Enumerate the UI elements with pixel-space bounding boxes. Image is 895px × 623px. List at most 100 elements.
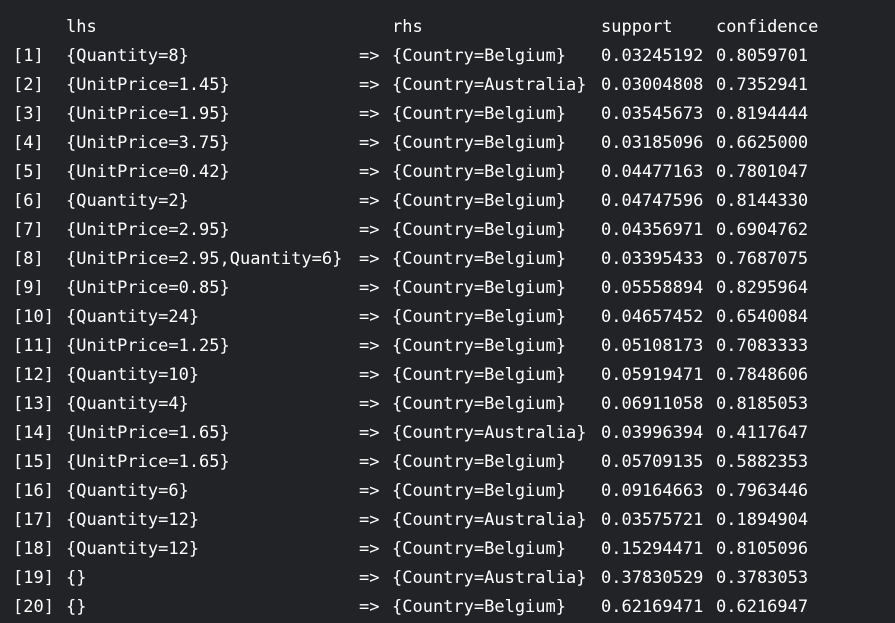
row-rhs: {Country=Belgium} <box>392 278 566 298</box>
row-support: 0.06911058 <box>601 394 704 414</box>
row-rhs: {Country=Belgium} <box>392 452 566 472</box>
row-rhs: {Country=Belgium} <box>392 365 566 385</box>
row-index: [3] <box>13 104 44 124</box>
row-support: 0.05919471 <box>601 365 704 385</box>
row-index: [10] <box>13 307 54 327</box>
row-arrow: => <box>359 597 380 617</box>
header-lhs: lhs <box>66 17 97 37</box>
row-lhs: {UnitPrice=1.25} <box>66 336 230 356</box>
row-arrow: => <box>359 278 380 298</box>
row-confidence: 0.6625000 <box>716 133 809 153</box>
row-index: [5] <box>13 162 44 182</box>
row-rhs: {Country=Belgium} <box>392 104 566 124</box>
row-index: [1] <box>13 46 44 66</box>
row-support: 0.03996394 <box>601 423 704 443</box>
row-support: 0.37830529 <box>601 568 704 588</box>
console-output: lhs rhs support confidence [1] {Quantity=… <box>0 0 895 623</box>
row-arrow: => <box>359 104 380 124</box>
row-arrow: => <box>359 336 380 356</box>
row-lhs: {Quantity=8} <box>66 46 189 66</box>
row-arrow: => <box>359 75 380 95</box>
row-lhs: {Quantity=2} <box>66 191 189 211</box>
row-confidence: 0.1894904 <box>716 510 809 530</box>
row-confidence: 0.8185053 <box>716 394 809 414</box>
row-support: 0.03575721 <box>601 510 704 530</box>
row-support: 0.03004808 <box>601 75 704 95</box>
row-support: 0.03395433 <box>601 249 704 269</box>
row-lhs: {UnitPrice=1.95} <box>66 104 230 124</box>
table-header: lhs rhs support confidence <box>0 13 818 42</box>
row-lhs: {UnitPrice=0.42} <box>66 162 230 182</box>
row-lhs: {} <box>66 597 87 617</box>
row-support: 0.09164663 <box>601 481 704 501</box>
row-rhs: {Country=Belgium} <box>392 539 566 559</box>
row-arrow: => <box>359 307 380 327</box>
row-support: 0.04747596 <box>601 191 704 211</box>
row-arrow: => <box>359 539 380 559</box>
row-rhs: {Country=Belgium} <box>392 394 566 414</box>
row-confidence: 0.8105096 <box>716 539 809 559</box>
row-support: 0.15294471 <box>601 539 704 559</box>
row-rhs: {Country=Australia} <box>392 423 587 443</box>
row-rhs: {Country=Belgium} <box>392 336 566 356</box>
row-rhs: {Country=Belgium} <box>392 220 566 240</box>
row-rhs: {Country=Belgium} <box>392 133 566 153</box>
row-rhs: {Country=Belgium} <box>392 307 566 327</box>
row-index: [16] <box>13 481 54 501</box>
row-support: 0.04356971 <box>601 220 704 240</box>
row-rhs: {Country=Australia} <box>392 510 587 530</box>
row-index: [17] <box>13 510 54 530</box>
row-arrow: => <box>359 249 380 269</box>
row-arrow: => <box>359 365 380 385</box>
row-lhs: {} <box>66 568 87 588</box>
row-rhs: {Country=Belgium} <box>392 191 566 211</box>
row-index: [19] <box>13 568 54 588</box>
row-confidence: 0.3783053 <box>716 568 809 588</box>
row-confidence: 0.7083333 <box>716 336 809 356</box>
row-rhs: {Country=Belgium} <box>392 162 566 182</box>
header-rhs: rhs <box>392 17 423 37</box>
row-arrow: => <box>359 220 380 240</box>
row-support: 0.04657452 <box>601 307 704 327</box>
row-arrow: => <box>359 162 380 182</box>
row-confidence: 0.8144330 <box>716 191 809 211</box>
row-arrow: => <box>359 133 380 153</box>
row-lhs: {Quantity=6} <box>66 481 189 501</box>
row-confidence: 0.7848606 <box>716 365 809 385</box>
row-confidence: 0.8295964 <box>716 278 809 298</box>
row-lhs: {UnitPrice=2.95} <box>66 220 230 240</box>
row-rhs: {Country=Belgium} <box>392 481 566 501</box>
row-arrow: => <box>359 568 380 588</box>
row-rhs: {Country=Australia} <box>392 568 587 588</box>
header-support: support <box>601 17 673 37</box>
row-rhs: {Country=Belgium} <box>392 46 566 66</box>
row-support: 0.05108173 <box>601 336 704 356</box>
row-index: [13] <box>13 394 54 414</box>
row-arrow: => <box>359 452 380 472</box>
row-index: [20] <box>13 597 54 617</box>
row-arrow: => <box>359 191 380 211</box>
row-index: [8] <box>13 249 44 269</box>
row-index: [18] <box>13 539 54 559</box>
row-lhs: {Quantity=4} <box>66 394 189 414</box>
row-lhs: {Quantity=12} <box>66 539 200 559</box>
row-support: 0.03545673 <box>601 104 704 124</box>
row-index: [9] <box>13 278 44 298</box>
row-index: [6] <box>13 191 44 211</box>
row-index: [11] <box>13 336 54 356</box>
row-index: [2] <box>13 75 44 95</box>
row-rhs: {Country=Belgium} <box>392 597 566 617</box>
row-confidence: 0.6540084 <box>716 307 809 327</box>
row-confidence: 0.8194444 <box>716 104 809 124</box>
row-confidence: 0.7801047 <box>716 162 809 182</box>
row-arrow: => <box>359 394 380 414</box>
row-lhs: {UnitPrice=1.65} <box>66 452 230 472</box>
row-lhs: {UnitPrice=0.85} <box>66 278 230 298</box>
row-confidence: 0.8059701 <box>716 46 809 66</box>
row-support: 0.04477163 <box>601 162 704 182</box>
row-rhs: {Country=Australia} <box>392 75 587 95</box>
row-support: 0.62169471 <box>601 597 704 617</box>
row-rhs: {Country=Belgium} <box>392 249 566 269</box>
row-arrow: => <box>359 510 380 530</box>
row-lhs: {Quantity=10} <box>66 365 200 385</box>
